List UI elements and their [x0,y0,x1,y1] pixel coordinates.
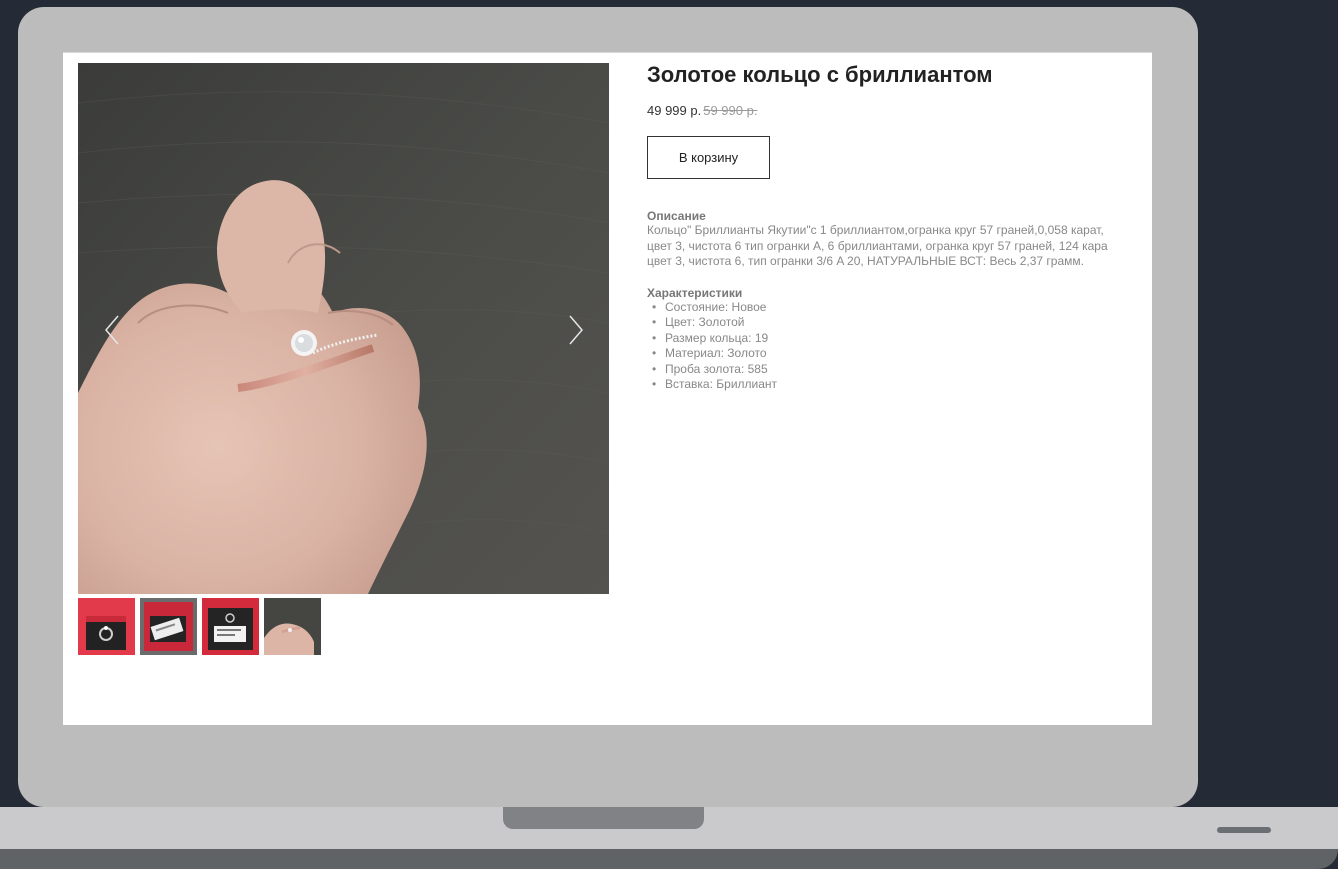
laptop-bottom-edge [0,849,1338,869]
hand-with-ring-photo [264,598,321,655]
description-heading: Описание [647,209,706,223]
product-main-image [78,63,609,594]
chevron-left-icon [105,315,119,345]
spec-item: Состояние: Новое [647,300,1152,316]
spec-item: Вставка: Бриллиант [647,377,1152,393]
hand-with-diamond-ring-photo [78,63,609,594]
laptop-opening-notch [503,807,704,829]
screen-viewport: Золотое кольцо с бриллиантом 49 999 р. 59… [63,52,1152,725]
laptop-base [0,807,1338,869]
gallery-next-button[interactable] [564,313,588,347]
thumbnail-2[interactable] [140,598,197,655]
spec-item: Размер кольца: 19 [647,331,1152,347]
ring-in-red-box-photo [78,598,135,655]
thumbnail-3[interactable] [202,598,259,655]
product-info: Золотое кольцо с бриллиантом 49 999 р. 59… [647,61,1152,393]
description-line: цвет 3, чистота 6, тип огранки 3/6 A 20,… [647,254,1084,268]
spec-item: Материал: Золото [647,346,1152,362]
current-price: 49 999 р. [647,103,702,118]
spec-item: Цвет: Золотой [647,315,1152,331]
product-prices: 49 999 р. 59 990 р. [647,103,1152,119]
description-line: цвет 3, чистота 6 тип огранки A, 6 брилл… [647,238,1108,253]
specs-heading: Характеристики [647,285,743,300]
laptop-indicator-light [1217,827,1271,833]
description-line: Кольцо" Бриллианты Якутии"с 1 бриллианто… [647,223,1104,237]
ring-box-with-tag-photo [140,598,197,655]
specs-section: Характеристики Состояние: Новое Цвет: Зо… [647,286,1152,393]
description-section: Описание Кольцо" Бриллианты Якутии"с 1 б… [647,209,1152,270]
spec-item: Проба золота: 585 [647,362,1152,378]
add-to-cart-button[interactable]: В корзину [647,136,770,179]
old-price: 59 990 р. [703,103,758,118]
thumbnail-1[interactable] [78,598,135,655]
gallery-thumbnails [78,598,321,655]
thumbnail-4[interactable] [264,598,321,655]
gallery-prev-button[interactable] [100,313,124,347]
chevron-right-icon [569,315,583,345]
specs-list: Состояние: Новое Цвет: Золотой Размер ко… [647,300,1152,393]
product-title: Золотое кольцо с бриллиантом [647,62,993,87]
ring-box-with-certificate-photo [202,598,259,655]
